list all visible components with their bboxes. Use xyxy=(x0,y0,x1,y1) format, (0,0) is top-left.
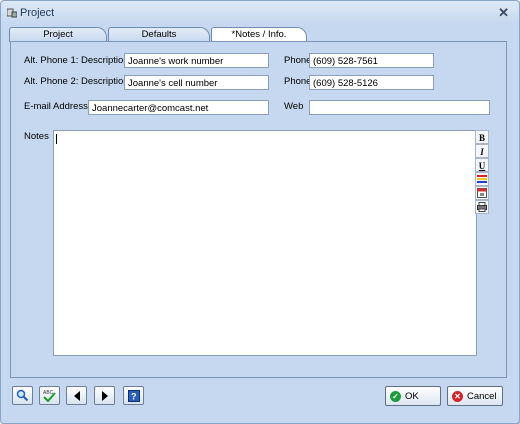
alt-phone2-phone-input[interactable]: (609) 528-5126 xyxy=(309,75,434,90)
calendar-graphic xyxy=(477,188,487,198)
web-label: Web xyxy=(284,101,304,112)
app-icon xyxy=(7,8,17,18)
color-bars-graphic xyxy=(477,175,487,183)
bottom-toolbar: ABC ? ✓ OK ✕ Cancel xyxy=(1,381,519,423)
cancel-button[interactable]: ✕ Cancel xyxy=(447,386,503,406)
close-icon[interactable]: ✕ xyxy=(498,5,509,21)
alt-phone1-description-input[interactable]: Joanne's work number xyxy=(124,53,269,68)
tab-defaults[interactable]: Defaults xyxy=(108,27,210,42)
notes-textarea[interactable] xyxy=(53,130,477,356)
project-dialog: Project ✕ Project Defaults *Notes / Info… xyxy=(0,0,520,424)
alt-phone1-phone-label: Phone xyxy=(284,55,312,66)
check-icon: ✓ xyxy=(390,390,401,402)
color-icon[interactable] xyxy=(475,172,489,186)
web-input[interactable] xyxy=(309,100,490,115)
ok-button[interactable]: ✓ OK xyxy=(385,386,441,406)
help-button[interactable]: ? xyxy=(123,386,144,405)
spellcheck-icon: ABC xyxy=(43,390,56,402)
italic-icon[interactable]: I xyxy=(475,144,489,158)
underline-icon[interactable]: U xyxy=(475,158,489,172)
bold-icon[interactable]: B xyxy=(475,130,489,144)
text-cursor xyxy=(56,134,57,144)
tab-project[interactable]: Project xyxy=(9,27,107,42)
alt-phone2-phone-label: Phone xyxy=(284,76,312,87)
spellcheck-button[interactable]: ABC xyxy=(39,386,60,405)
search-icon xyxy=(16,389,29,402)
alt-phone2-description-label: Alt. Phone 2: Description xyxy=(24,76,129,87)
arrow-right-icon xyxy=(101,390,108,401)
email-label: E-mail Address xyxy=(24,101,88,112)
alt-phone1-description-label: Alt. Phone 1: Description xyxy=(24,55,129,66)
ok-button-label: OK xyxy=(405,390,419,402)
alt-phone2-description-input[interactable]: Joanne's cell number xyxy=(124,75,269,90)
cancel-icon: ✕ xyxy=(452,390,463,402)
printer-graphic xyxy=(477,202,487,212)
window-title: Project xyxy=(20,7,55,19)
alt-phone1-phone-input[interactable]: (609) 528-7561 xyxy=(309,53,434,68)
next-button[interactable] xyxy=(94,386,115,405)
arrow-left-icon xyxy=(73,390,80,401)
help-icon: ? xyxy=(127,389,140,402)
print-icon[interactable] xyxy=(475,200,489,214)
email-input[interactable]: Joannecarter@comcast.net xyxy=(88,100,269,115)
notes-info-panel: Alt. Phone 1: Description Joanne's work … xyxy=(10,41,507,378)
notes-label: Notes xyxy=(24,131,49,142)
search-button[interactable] xyxy=(12,386,33,405)
calendar-icon[interactable] xyxy=(475,186,489,200)
title-bar: Project ✕ xyxy=(1,1,519,25)
svg-text:?: ? xyxy=(131,391,137,401)
cancel-button-label: Cancel xyxy=(467,390,497,402)
previous-button[interactable] xyxy=(66,386,87,405)
